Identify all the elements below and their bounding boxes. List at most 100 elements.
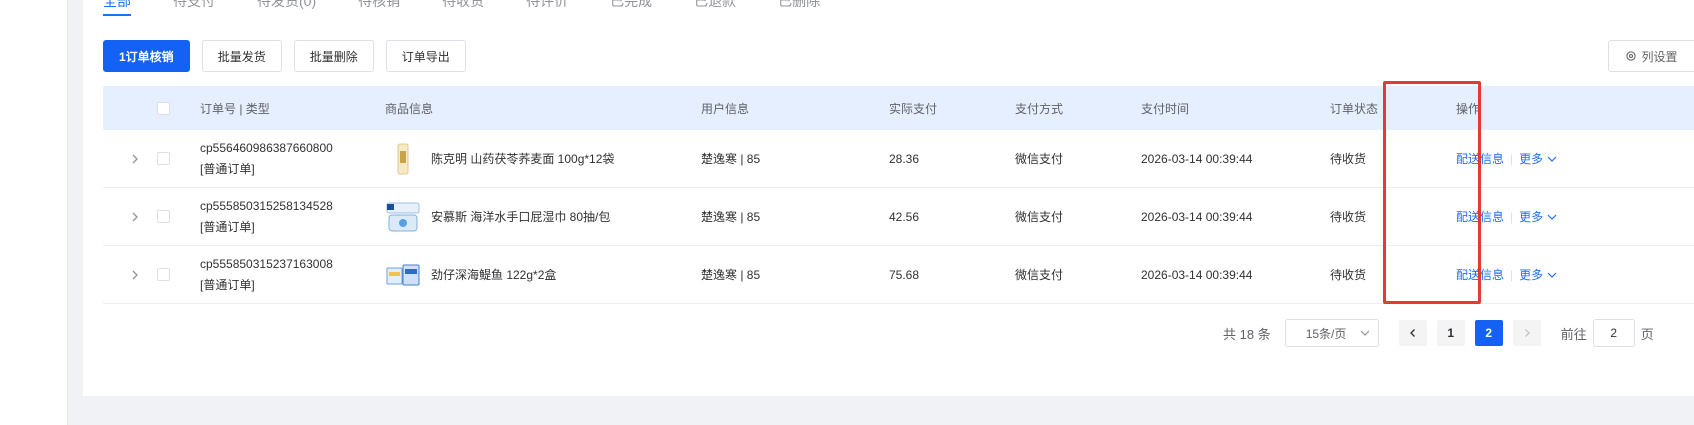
pagination: 共 18 条 15条/页 1 2 前往 页 — [1223, 319, 1654, 347]
actions-cell: 配送信息 | 更多 — [1456, 130, 1557, 187]
more-actions-dropdown[interactable]: 更多 — [1519, 266, 1543, 283]
more-label: 更多 — [1519, 152, 1544, 166]
toolbar: 1订单核销 批量发货 批量删除 订单导出 — [103, 40, 466, 72]
chevron-right-icon — [132, 212, 138, 221]
prev-page-button[interactable] — [1398, 320, 1427, 346]
order-cell: cp555850315237163008 [普通订单] — [200, 246, 333, 303]
page-suffix: 页 — [1640, 326, 1654, 342]
pay-time: 2026-03-14 00:39:44 — [1141, 267, 1253, 282]
actions-cell: 配送信息 | 更多 — [1456, 246, 1557, 303]
order-type: [普通订单] — [200, 277, 255, 292]
row-checkbox[interactable] — [157, 268, 170, 281]
order-list-card: 全部 待支付 待发货(0) 待核销 待收货 待评价 已完成 已退款 已删除 1订… — [83, 0, 1694, 396]
chevron-down-icon — [1547, 214, 1557, 220]
select-all-checkbox[interactable] — [157, 101, 170, 115]
product-thumbnail — [386, 264, 420, 285]
goods-cell: 陈克明 山药茯苓荞麦面 100g*12袋 — [385, 130, 614, 187]
table-row: cp555850315237163008 [普通订单] 劲仔深海鳀鱼 122g*… — [103, 246, 1694, 304]
pay-method: 微信支付 — [1015, 210, 1064, 224]
goto-label: 前往 — [1560, 326, 1587, 342]
tab-deleted[interactable]: 已删除 — [778, 0, 820, 20]
pay-time: 2026-03-14 00:39:44 — [1141, 209, 1253, 224]
pay-time: 2026-03-14 00:39:44 — [1141, 151, 1253, 166]
table-row: cp556460986387660800 [普通订单] 陈克明 山药茯苓荞麦面 … — [103, 130, 1694, 188]
row-checkbox[interactable] — [157, 210, 170, 223]
tab-pending-receipt[interactable]: 待收货 — [442, 0, 484, 20]
goods-name: 安慕斯 海洋水手口屁湿巾 80抽/包 — [431, 210, 611, 224]
total-count: 共 18 条 — [1223, 326, 1271, 342]
goods-cell: 劲仔深海鳀鱼 122g*2盒 — [385, 246, 556, 303]
delivery-info-link[interactable]: 配送信息 — [1456, 208, 1504, 225]
action-separator: | — [1510, 151, 1514, 166]
select-all-cell — [157, 86, 170, 130]
gear-icon — [1626, 51, 1637, 61]
header-order: 订单号 | 类型 — [200, 101, 270, 116]
chevron-right-icon — [1524, 329, 1530, 337]
tab-all[interactable]: 全部 — [103, 0, 131, 20]
header-pay-time: 支付时间 — [1141, 101, 1190, 116]
status-text: 待收货 — [1330, 210, 1367, 224]
tab-pending-payment[interactable]: 待支付 — [173, 0, 215, 20]
column-settings-label: 列设置 — [1641, 49, 1678, 64]
pay-method: 微信支付 — [1015, 152, 1064, 166]
status-text: 待收货 — [1330, 152, 1367, 166]
order-cell: cp555850315258134528 [普通订单] — [200, 188, 333, 245]
chevron-down-icon — [1547, 156, 1557, 162]
expand-row-button[interactable] — [129, 246, 141, 303]
page-size-select[interactable]: 15条/页 — [1284, 319, 1379, 347]
delivery-info-link[interactable]: 配送信息 — [1456, 150, 1504, 167]
row-checkbox-cell — [157, 188, 170, 245]
paid-amount: 28.36 — [889, 151, 920, 166]
actions-cell: 配送信息 | 更多 — [1456, 188, 1557, 245]
next-page-button[interactable] — [1512, 320, 1541, 346]
column-settings-button[interactable]: 列设置 — [1608, 40, 1694, 72]
goods-name: 陈克明 山药茯苓荞麦面 100g*12袋 — [431, 152, 615, 166]
order-number: cp555850315258134528 — [200, 198, 333, 213]
paid-amount: 42.56 — [889, 209, 920, 224]
chevron-down-icon — [1360, 330, 1370, 336]
header-pay-method: 支付方式 — [1015, 101, 1064, 116]
paid-amount: 75.68 — [889, 267, 920, 282]
left-sidebar — [0, 0, 68, 425]
pay-method: 微信支付 — [1015, 268, 1064, 282]
order-number: cp556460986387660800 — [200, 140, 333, 155]
status-tabs: 全部 待支付 待发货(0) 待核销 待收货 待评价 已完成 已退款 已删除 — [103, 0, 862, 20]
goods-name: 劲仔深海鳀鱼 122g*2盒 — [431, 268, 557, 282]
page-size-value: 15条/页 — [1305, 326, 1347, 341]
expand-row-button[interactable] — [129, 188, 141, 245]
tab-pending-verify[interactable]: 待核销 — [358, 0, 400, 20]
header-goods: 商品信息 — [385, 101, 434, 116]
row-checkbox[interactable] — [157, 152, 170, 165]
goto-page-input[interactable] — [1592, 319, 1635, 347]
action-separator: | — [1510, 209, 1514, 224]
table-row: cp555850315258134528 [普通订单] 安慕斯 海洋水手口屁湿巾… — [103, 188, 1694, 246]
goods-cell: 安慕斯 海洋水手口屁湿巾 80抽/包 — [385, 188, 610, 245]
chevron-right-icon — [132, 270, 138, 279]
chevron-left-icon — [1409, 329, 1415, 337]
user-info: 楚逸寒 | 85 — [701, 152, 761, 166]
order-number: cp555850315237163008 — [200, 256, 333, 271]
more-actions-dropdown[interactable]: 更多 — [1519, 150, 1543, 167]
expand-row-button[interactable] — [129, 130, 141, 187]
header-paid: 实际支付 — [889, 101, 938, 116]
order-type: [普通订单] — [200, 219, 255, 234]
tab-completed[interactable]: 已完成 — [610, 0, 652, 20]
more-label: 更多 — [1519, 268, 1544, 282]
order-cell: cp556460986387660800 [普通订单] — [200, 130, 333, 187]
verify-order-button[interactable]: 1订单核销 — [103, 40, 190, 72]
page-2-button[interactable]: 2 — [1474, 320, 1503, 346]
more-actions-dropdown[interactable]: 更多 — [1519, 208, 1543, 225]
batch-ship-button[interactable]: 批量发货 — [201, 40, 282, 72]
export-orders-button[interactable]: 订单导出 — [385, 40, 466, 72]
tab-pending-shipment[interactable]: 待发货(0) — [257, 0, 316, 20]
delivery-info-link[interactable]: 配送信息 — [1456, 266, 1504, 283]
batch-delete-button[interactable]: 批量删除 — [293, 40, 374, 72]
status-text: 待收货 — [1330, 268, 1367, 282]
page-1-button[interactable]: 1 — [1436, 320, 1465, 346]
chevron-down-icon — [1547, 272, 1557, 278]
orders-table: 订单号 | 类型 商品信息 用户信息 实际支付 支付方式 支付时间 订单状态 操… — [103, 86, 1694, 304]
table-header: 订单号 | 类型 商品信息 用户信息 实际支付 支付方式 支付时间 订单状态 操… — [103, 86, 1694, 130]
header-status: 订单状态 — [1330, 101, 1379, 116]
tab-refunded[interactable]: 已退款 — [694, 0, 736, 20]
tab-pending-review[interactable]: 待评价 — [526, 0, 568, 20]
